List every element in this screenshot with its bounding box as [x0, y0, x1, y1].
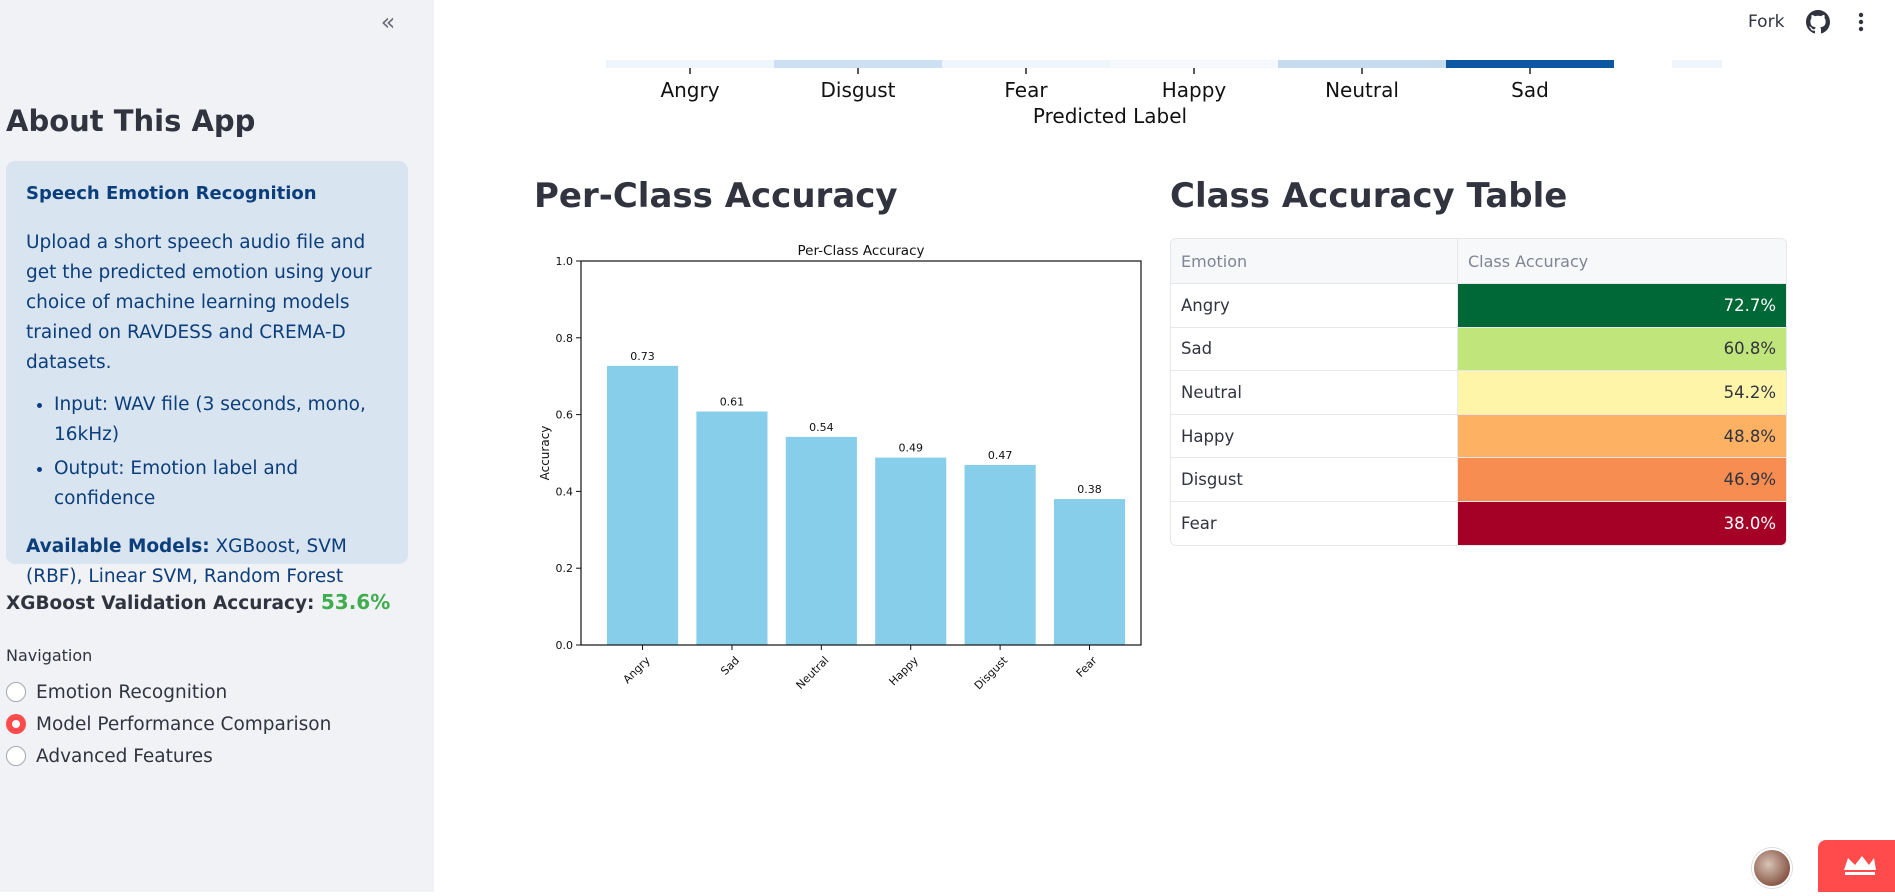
chart-ylabel: Accuracy — [538, 426, 552, 481]
per-class-accuracy-title: Per-Class Accuracy — [534, 176, 898, 216]
x-tick-label: Happy — [887, 654, 922, 689]
bar — [696, 411, 768, 645]
heatmap-cell — [1278, 60, 1446, 68]
nav-radio-label: Emotion Recognition — [36, 681, 228, 703]
nav-radio-label: Advanced Features — [36, 745, 213, 767]
table-row: Sad 60.8% — [1171, 326, 1786, 371]
nav-radio-emotion-recognition[interactable]: Emotion Recognition — [6, 679, 227, 705]
confusion-matrix-x-ticklabels: Angry Disgust Fear Happy Neutral Sad — [0, 78, 1895, 104]
radio-selected-icon[interactable] — [6, 714, 26, 734]
kebab-menu-icon[interactable] — [1849, 10, 1873, 34]
x-tick-label: Angry — [620, 654, 653, 687]
bar — [785, 436, 857, 645]
confusion-matrix-ticks — [689, 68, 1531, 74]
table-cell-accuracy[interactable]: 54.2% — [1458, 371, 1786, 414]
class-accuracy-table: Emotion Class Accuracy Angry 72.7% Sad 60.8… — [1170, 238, 1787, 546]
nav-radio-label: Model Performance Comparison — [36, 713, 332, 735]
heatmap-cell — [942, 60, 1110, 68]
cm-xlabel: Predicted Label — [1032, 104, 1188, 128]
cm-tick-label: Neutral — [1325, 78, 1399, 102]
github-icon[interactable] — [1806, 10, 1830, 34]
x-tick-label: Sad — [718, 654, 742, 678]
avatar[interactable] — [1752, 848, 1792, 888]
table-cell-accuracy[interactable]: 48.8% — [1458, 414, 1786, 458]
bar — [875, 457, 947, 645]
x-tick-label: Fear — [1074, 654, 1100, 680]
y-tick-label: 0.2 — [556, 562, 574, 575]
x-tick-label: Disgust — [972, 653, 1011, 692]
streamlit-deploy-button[interactable] — [1818, 840, 1895, 892]
validation-accuracy: XGBoost Validation Accuracy: 53.6% — [6, 590, 390, 614]
bar-data-label: 0.47 — [988, 449, 1013, 462]
y-tick-label: 0.6 — [556, 409, 574, 422]
models-label: Available Models: — [26, 536, 210, 557]
table-cell-accuracy[interactable]: 46.9% — [1458, 458, 1786, 501]
table-row: Fear 38.0% — [1171, 500, 1786, 545]
confusion-matrix-bottom-row — [606, 60, 1726, 68]
cm-tick-label: Angry — [660, 78, 720, 102]
bar — [964, 464, 1036, 645]
heatmap-cell — [774, 60, 942, 68]
table-row: Angry 72.7% — [1171, 283, 1786, 327]
heatmap-cell — [606, 60, 774, 68]
table-cell-accuracy[interactable]: 38.0% — [1458, 501, 1786, 545]
heatmap-cell — [1672, 60, 1722, 68]
x-tick-label: Neutral — [794, 654, 832, 692]
bar-data-label: 0.38 — [1077, 483, 1102, 496]
table-cell-accuracy[interactable]: 60.8% — [1458, 327, 1786, 371]
crown-icon — [1844, 856, 1876, 875]
bar-data-label: 0.73 — [630, 350, 655, 363]
navigation-label: Navigation — [6, 646, 93, 665]
validation-value: 53.6% — [320, 590, 391, 614]
heatmap-cell — [1110, 60, 1278, 68]
heatmap-cell — [1446, 60, 1614, 68]
table-cell-emotion[interactable]: Disgust — [1171, 458, 1458, 501]
y-tick-label: 0.4 — [556, 485, 574, 498]
about-title: About This App — [6, 104, 256, 138]
table-cell-emotion[interactable]: Sad — [1171, 327, 1458, 371]
bar-data-label: 0.54 — [809, 421, 834, 434]
bar — [1053, 499, 1126, 645]
y-tick-label: 0.8 — [556, 332, 574, 345]
radio-unselected-icon[interactable] — [6, 682, 26, 702]
info-box: Speech Emotion Recognition Upload a shor… — [6, 161, 408, 587]
cm-tick-label: Fear — [1004, 78, 1048, 102]
cm-tick-label: Happy — [1161, 78, 1227, 102]
cm-tick-label: Disgust — [820, 78, 896, 102]
info-bullet-output: Output: Emotion label and confidence — [54, 454, 388, 514]
per-class-accuracy-chart: Per-Class Accuracy Accuracy 0.0 0.2 0.4 0.6 0.… — [538, 243, 1142, 692]
table-cell-accuracy[interactable]: 72.7% — [1458, 284, 1786, 327]
nav-radio-model-performance[interactable]: Model Performance Comparison — [6, 711, 331, 737]
table-header-class-accuracy[interactable]: Class Accuracy — [1458, 239, 1786, 283]
table-header-row: Emotion Class Accuracy — [1171, 239, 1786, 283]
validation-label: XGBoost Validation Accuracy: — [6, 593, 315, 614]
y-tick-label: 1.0 — [556, 255, 574, 268]
sidebar: « About This App Speech Emotion Recognit… — [0, 0, 434, 892]
chart-title: Per-Class Accuracy — [798, 243, 925, 259]
bar-data-label: 0.49 — [898, 442, 923, 455]
nav-radio-advanced-features[interactable]: Advanced Features — [6, 743, 213, 769]
table-cell-emotion[interactable]: Fear — [1171, 501, 1458, 545]
cm-tick-label: Sad — [1511, 78, 1549, 102]
table-cell-emotion[interactable]: Angry — [1171, 284, 1458, 327]
info-heading: Speech Emotion Recognition — [26, 183, 317, 204]
table-row: Neutral 54.2% — [1171, 370, 1786, 414]
fork-button[interactable]: Fork — [1748, 12, 1784, 32]
y-tick-label: 0.0 — [556, 639, 574, 652]
available-models: Available Models: XGBoost, SVM (RBF), Li… — [26, 532, 388, 592]
bar — [607, 365, 679, 645]
bar-data-label: 0.61 — [720, 396, 745, 409]
info-bullet-input: Input: WAV file (3 seconds, mono, 16kHz) — [54, 390, 388, 450]
radio-unselected-icon[interactable] — [6, 746, 26, 766]
class-accuracy-table-title: Class Accuracy Table — [1170, 176, 1568, 216]
info-description: Upload a short speech audio file and get… — [26, 232, 372, 373]
table-row: Disgust 46.9% — [1171, 457, 1786, 501]
table-cell-emotion[interactable]: Happy — [1171, 414, 1458, 458]
heatmap-cell — [1614, 60, 1674, 68]
collapse-sidebar-icon[interactable]: « — [374, 10, 402, 36]
table-cell-emotion[interactable]: Neutral — [1171, 371, 1458, 414]
table-row: Happy 48.8% — [1171, 413, 1786, 458]
table-header-emotion[interactable]: Emotion — [1171, 239, 1458, 283]
info-bullets: Input: WAV file (3 seconds, mono, 16kHz)… — [54, 390, 388, 514]
